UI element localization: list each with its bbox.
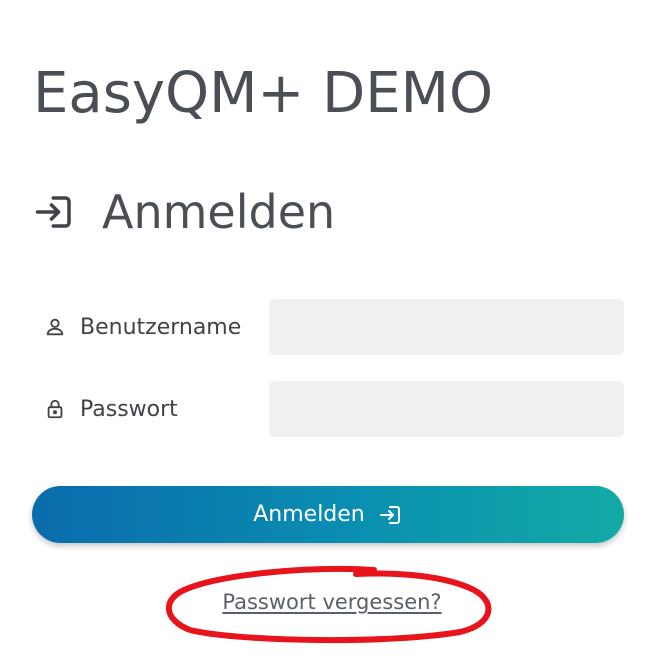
- login-heading: Anmelden: [34, 182, 335, 242]
- password-label: Passwort: [44, 397, 269, 422]
- app-title: EasyQM+ DEMO: [33, 61, 494, 126]
- username-label-text: Benutzername: [80, 314, 242, 340]
- username-input[interactable]: [269, 299, 624, 355]
- forgot-password-link[interactable]: Passwort vergessen?: [0, 590, 664, 614]
- username-row: Benutzername: [44, 299, 624, 355]
- lock-icon: [44, 398, 66, 420]
- login-button[interactable]: Anmelden: [32, 486, 624, 543]
- password-input[interactable]: [269, 381, 624, 437]
- login-heading-text: Anmelden: [102, 185, 336, 239]
- login-button-label: Anmelden: [253, 502, 365, 527]
- login-arrow-icon: [34, 191, 76, 233]
- login-arrow-icon: [379, 503, 403, 527]
- user-icon: [44, 316, 66, 338]
- password-row: Passwort: [44, 381, 624, 437]
- password-label-text: Passwort: [80, 396, 178, 422]
- username-label: Benutzername: [44, 315, 269, 340]
